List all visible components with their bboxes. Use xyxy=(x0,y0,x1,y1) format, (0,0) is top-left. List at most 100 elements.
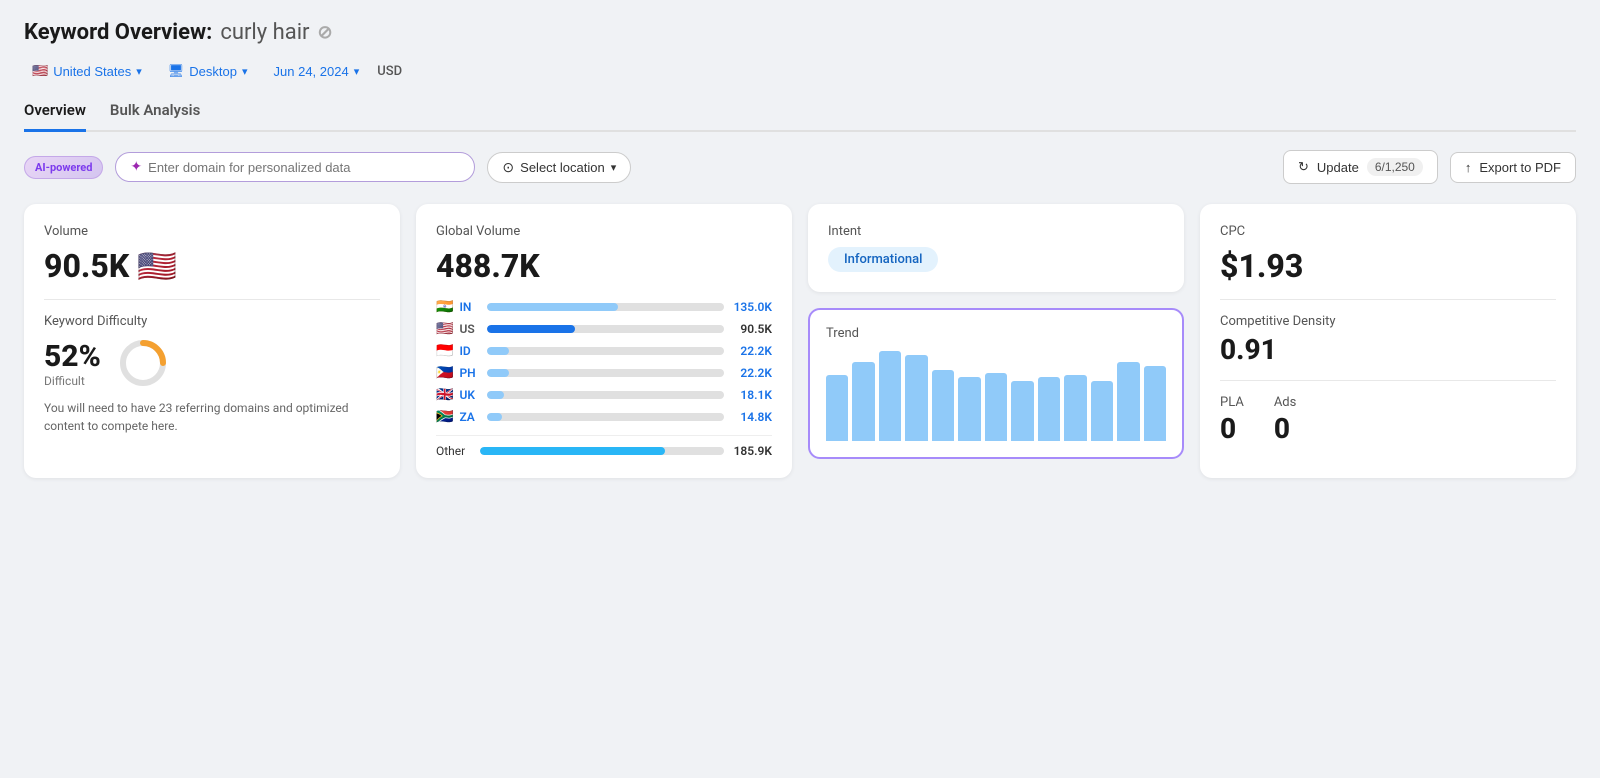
country-val-id: 22.2K xyxy=(730,344,772,358)
trend-bar xyxy=(1144,366,1166,441)
us-flag-icon: 🇺🇸 xyxy=(137,247,177,285)
device-control[interactable]: 🖥 Desktop ▾ xyxy=(160,59,256,83)
currency-label: USD xyxy=(377,64,402,79)
trend-bar xyxy=(1011,381,1033,441)
country-val-za: 14.8K xyxy=(730,410,772,424)
trend-bar xyxy=(1117,362,1139,441)
global-volume-value: 488.7K xyxy=(436,247,772,285)
intent-trend-col: Intent Informational Trend xyxy=(808,204,1184,478)
ai-powered-badge: AI-powered xyxy=(24,156,103,179)
trend-bar xyxy=(1064,375,1086,441)
location-control[interactable]: 🇺🇸 United States ▾ xyxy=(24,59,150,83)
tab-bulk-analysis[interactable]: Bulk Analysis xyxy=(110,101,200,132)
intent-label: Intent xyxy=(828,224,1164,239)
monitor-icon: 🖥 xyxy=(168,63,185,79)
country-val-ph: 22.2K xyxy=(730,366,772,380)
chevron-down-icon: ▾ xyxy=(354,65,360,78)
bar-other xyxy=(480,447,665,455)
kd-level: Difficult xyxy=(44,374,101,388)
trend-label: Trend xyxy=(826,326,1166,341)
bar-za xyxy=(487,413,501,421)
tabs-row: Overview Bulk Analysis xyxy=(24,101,1576,132)
pla-ads-row: PLA 0 Ads 0 xyxy=(1220,395,1556,445)
trend-bar xyxy=(1091,381,1113,441)
ads-label: Ads xyxy=(1274,395,1297,410)
update-btn-label: Update xyxy=(1317,160,1359,175)
domain-input-wrap[interactable]: ✦ xyxy=(115,152,475,182)
pla-label: PLA xyxy=(1220,395,1244,410)
title-prefix: Keyword Overview: xyxy=(24,20,212,45)
us-flag-icon: 🇺🇸 xyxy=(436,321,453,337)
trend-bar xyxy=(1038,377,1060,441)
country-row-ph: 🇵🇭 PH 22.2K xyxy=(436,365,772,381)
other-row: Other 185.9K xyxy=(436,435,772,458)
kd-label: Keyword Difficulty xyxy=(44,314,380,329)
country-row-us: 🇺🇸 US 90.5K xyxy=(436,321,772,337)
export-pdf-button[interactable]: ↑ Export to PDF xyxy=(1450,152,1576,183)
page-title: Keyword Overview: curly hair ⊘ xyxy=(24,20,1576,45)
kd-row: 52% Difficult xyxy=(44,337,380,389)
trend-card: Trend xyxy=(808,308,1184,459)
location-pin-icon: ⊙ xyxy=(502,159,514,176)
bar-ph xyxy=(487,369,508,377)
sparkle-icon: ✦ xyxy=(130,159,142,175)
update-counter: 6/1,250 xyxy=(1367,158,1423,176)
trend-bar xyxy=(852,362,874,441)
volume-label: Volume xyxy=(44,224,380,239)
ads-value: 0 xyxy=(1274,412,1297,445)
volume-value: 90.5K 🇺🇸 xyxy=(44,247,380,285)
date-control[interactable]: Jun 24, 2024 ▾ xyxy=(266,60,368,83)
chevron-down-icon: ▾ xyxy=(611,161,617,174)
update-button[interactable]: ↻ Update 6/1,250 xyxy=(1283,150,1438,184)
toolbar-row: AI-powered ✦ ⊙ Select location ▾ ↻ Updat… xyxy=(24,150,1576,184)
country-val-in: 135.0K xyxy=(730,300,772,314)
country-code-uk: UK xyxy=(459,388,481,402)
trend-bar xyxy=(932,370,954,441)
bar-id xyxy=(487,347,508,355)
trend-bar xyxy=(958,377,980,441)
export-btn-label: Export to PDF xyxy=(1479,160,1561,175)
trend-bar xyxy=(826,375,848,441)
trend-chart xyxy=(826,351,1166,441)
kd-percent: 52% xyxy=(44,339,101,374)
bar-us xyxy=(487,325,575,333)
country-row-id: 🇮🇩 ID 22.2K xyxy=(436,343,772,359)
global-volume-label: Global Volume xyxy=(436,224,772,239)
volume-kd-card: Volume 90.5K 🇺🇸 Keyword Difficulty 52% D… xyxy=(24,204,400,478)
select-location-button[interactable]: ⊙ Select location ▾ xyxy=(487,152,631,183)
other-val: 185.9K xyxy=(730,444,772,458)
date-label: Jun 24, 2024 xyxy=(274,64,349,79)
country-row-in: 🇮🇳 IN 135.0K xyxy=(436,299,772,315)
kd-description: You will need to have 23 referring domai… xyxy=(44,399,380,435)
country-code-id: ID xyxy=(459,344,481,358)
intent-badge: Informational xyxy=(828,247,938,272)
trend-bar xyxy=(879,351,901,441)
country-code-ph: PH xyxy=(459,366,481,380)
country-row-za: 🇿🇦 ZA 14.8K xyxy=(436,409,772,425)
tab-overview[interactable]: Overview xyxy=(24,101,86,132)
chevron-down-icon: ▾ xyxy=(242,65,248,78)
id-flag-icon: 🇮🇩 xyxy=(436,343,453,359)
uk-flag-icon: 🇬🇧 xyxy=(436,387,453,403)
bar-in xyxy=(487,303,617,311)
title-keyword: curly hair xyxy=(220,20,309,45)
trend-bar xyxy=(985,373,1007,441)
cpc-value: $1.93 xyxy=(1220,247,1556,285)
india-flag-icon: 🇮🇳 xyxy=(436,299,453,315)
country-code-in: IN xyxy=(459,300,481,314)
kd-donut-chart xyxy=(117,337,169,389)
za-flag-icon: 🇿🇦 xyxy=(436,409,453,425)
chevron-down-icon: ▾ xyxy=(136,65,142,78)
device-label: Desktop xyxy=(189,64,237,79)
us-flag-icon: 🇺🇸 xyxy=(32,63,48,79)
cd-label: Competitive Density xyxy=(1220,314,1556,329)
cpc-card: CPC $1.93 Competitive Density 0.91 PLA 0… xyxy=(1200,204,1576,478)
domain-input[interactable] xyxy=(148,160,460,175)
other-label: Other xyxy=(436,444,474,458)
verified-icon: ⊘ xyxy=(318,22,333,43)
country-code-za: ZA xyxy=(459,410,481,424)
country-row-uk: 🇬🇧 UK 18.1K xyxy=(436,387,772,403)
global-volume-card: Global Volume 488.7K 🇮🇳 IN 135.0K 🇺🇸 US … xyxy=(416,204,792,478)
trend-bar xyxy=(905,355,927,441)
cards-grid: Volume 90.5K 🇺🇸 Keyword Difficulty 52% D… xyxy=(24,204,1576,478)
